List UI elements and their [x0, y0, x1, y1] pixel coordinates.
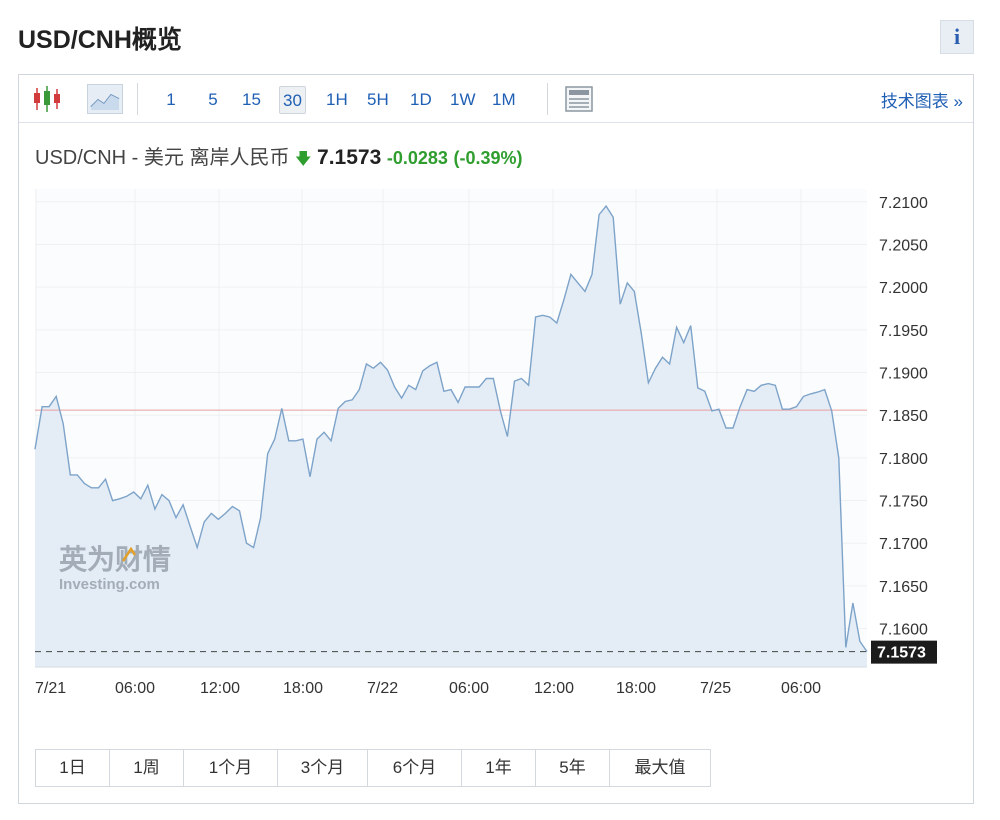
chart-panel: 1 5 15 30 1H 5H 1D 1W 1M 技术图表 » USD/CNH …	[18, 74, 974, 804]
range-1w[interactable]: 1周	[110, 750, 184, 786]
y-tick-label: 7.2050	[879, 237, 928, 254]
info-button[interactable]: i	[940, 20, 974, 54]
range-selector: 1日 1周 1个月 3个月 6个月 1年 5年 最大值	[35, 749, 711, 787]
range-6m[interactable]: 6个月	[368, 750, 462, 786]
price-chart: 7.2100 7.2050 7.2000 7.1950 7.1900 7.1850 7.18…	[34, 189, 937, 697]
x-tick-label: 12:00	[534, 680, 574, 697]
x-tick-label: 7/22	[367, 680, 398, 697]
x-tick-label: 18:00	[616, 680, 656, 697]
y-tick-label: 7.1600	[879, 622, 928, 639]
y-tick-label: 7.1950	[879, 323, 928, 340]
x-tick-label: 12:00	[200, 680, 240, 697]
y-tick-label: 7.1650	[879, 579, 928, 596]
x-tick-label: 7/25	[700, 680, 731, 697]
page-title: USD/CNH概览	[18, 26, 182, 54]
y-tick-label: 7.1700	[879, 536, 928, 553]
range-1m[interactable]: 1个月	[184, 750, 278, 786]
range-max[interactable]: 最大值	[610, 750, 710, 786]
y-tick-label: 7.1900	[879, 366, 928, 383]
x-tick-label: 06:00	[115, 680, 155, 697]
range-1d[interactable]: 1日	[36, 750, 110, 786]
y-tick-label: 7.2000	[879, 280, 928, 297]
y-tick-label: 7.1750	[879, 494, 928, 511]
investing-watermark: 英为财情Investing.com	[59, 543, 171, 593]
x-tick-label: 7/21	[35, 680, 66, 697]
x-tick-label: 18:00	[283, 680, 323, 697]
y-tick-label: 7.1850	[879, 408, 928, 425]
y-tick-label: 7.2100	[879, 195, 928, 212]
range-3m[interactable]: 3个月	[278, 750, 368, 786]
x-tick-label: 06:00	[781, 680, 821, 697]
y-tick-label: 7.1800	[879, 451, 928, 468]
range-5y[interactable]: 5年	[536, 750, 610, 786]
watermark-en: Investing.com	[59, 576, 160, 593]
x-tick-label: 06:00	[449, 680, 489, 697]
watermark-cn: 英为财情	[59, 543, 171, 576]
range-1y[interactable]: 1年	[462, 750, 536, 786]
last-value-label: 7.1573	[877, 645, 926, 662]
